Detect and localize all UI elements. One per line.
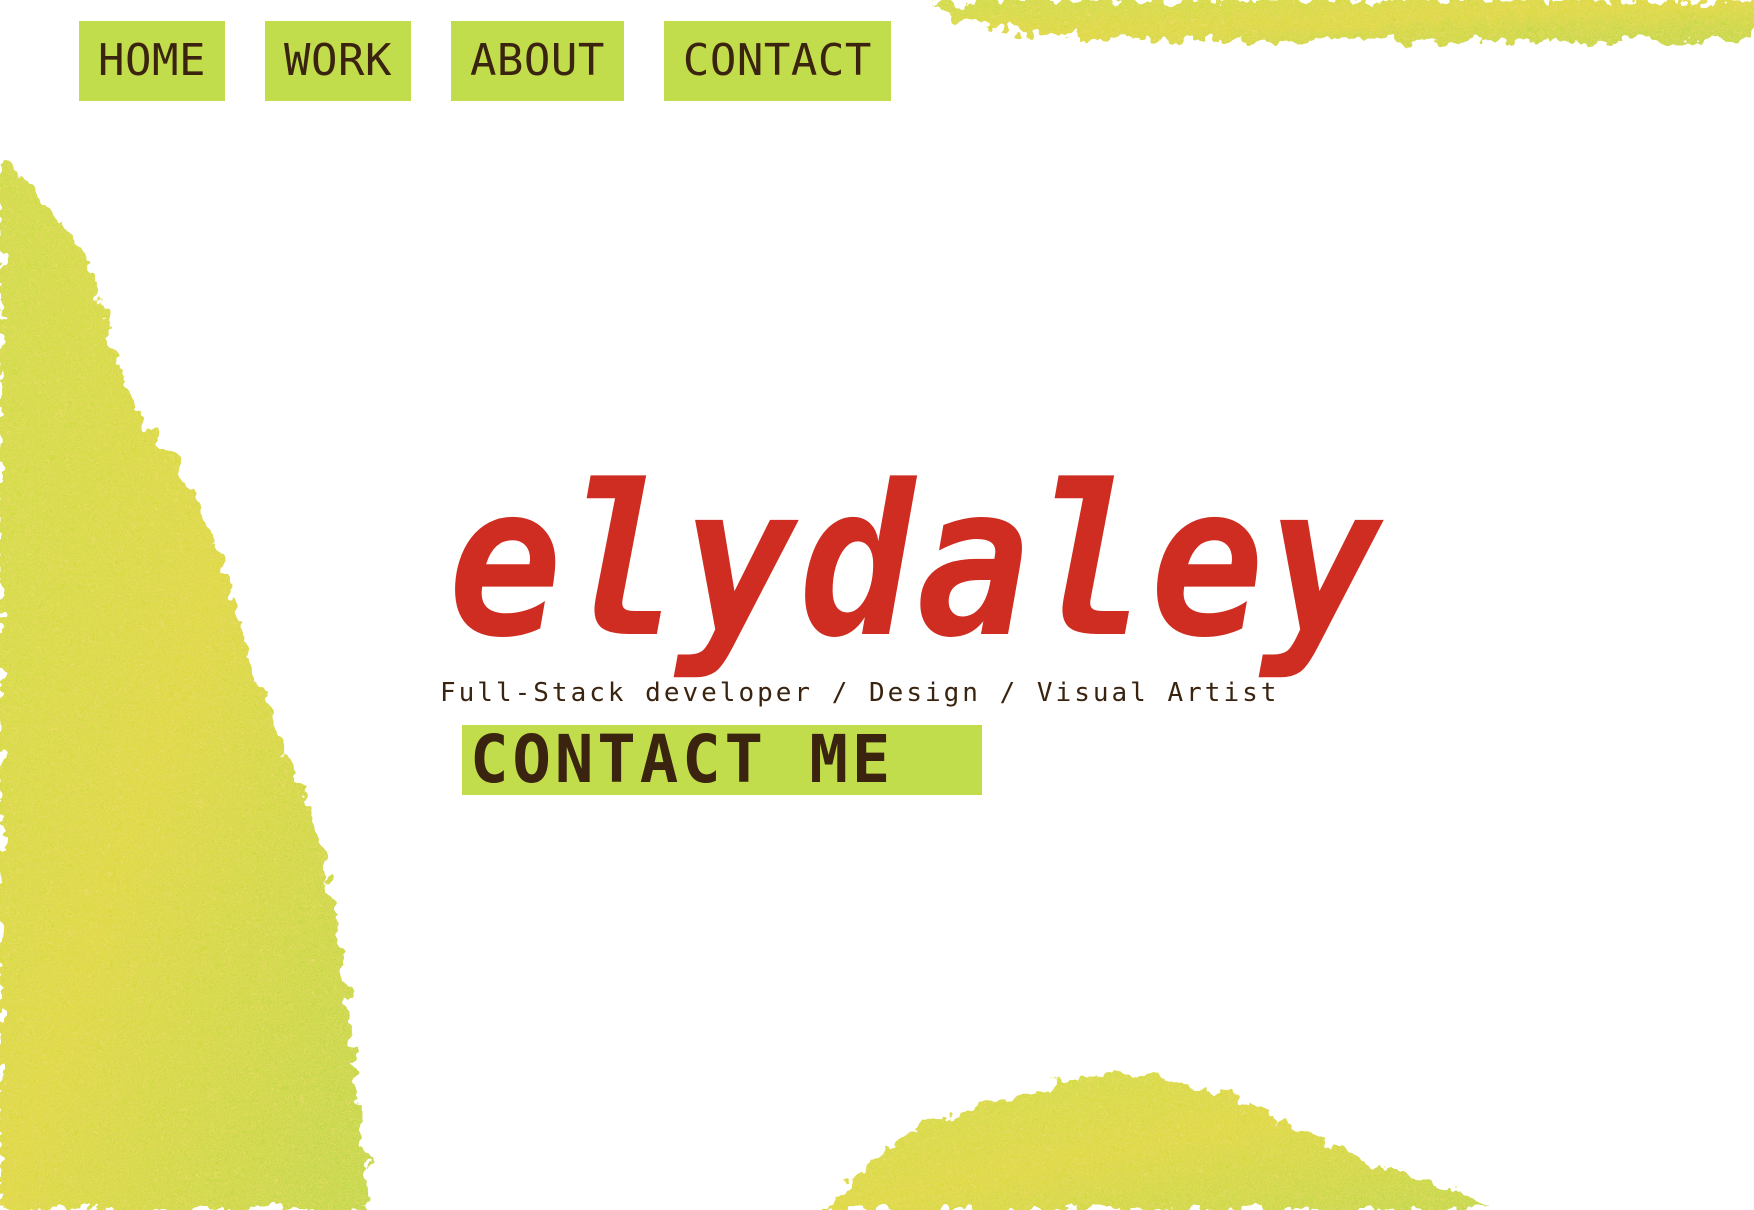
nav-about-link[interactable]: ABOUT <box>450 21 624 101</box>
site-title: elydaley <box>448 440 1384 684</box>
left-moss-shape <box>0 160 370 1210</box>
contact-me-label: CONTACT ME <box>470 725 895 795</box>
contact-me-button[interactable]: CONTACT ME <box>462 725 982 795</box>
nav-contact-link[interactable]: CONTACT <box>663 21 891 101</box>
bottom-moss-shape <box>830 1074 1490 1210</box>
tagline: Full-Stack developer / Design / Visual A… <box>440 678 1280 708</box>
top-moss-strip <box>930 0 1754 41</box>
nav-work-link[interactable]: WORK <box>264 21 411 101</box>
main-nav: HOME WORK ABOUT CONTACT <box>79 21 891 101</box>
nav-home-link[interactable]: HOME <box>79 21 225 101</box>
